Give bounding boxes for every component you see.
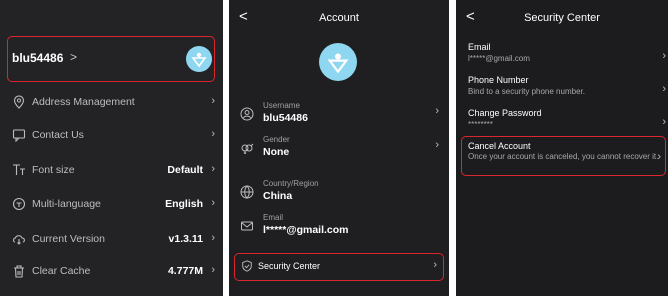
security-center-label: Security Center bbox=[258, 261, 321, 271]
avatar[interactable] bbox=[186, 46, 212, 72]
change-password-title: Change Password bbox=[468, 108, 542, 118]
multi-language-value: English bbox=[165, 198, 203, 210]
version-icon bbox=[13, 235, 25, 245]
chevron-right-icon: › bbox=[211, 163, 215, 175]
username-field[interactable]: Username blu54486 › bbox=[229, 101, 449, 127]
chevron-right-icon: › bbox=[657, 151, 661, 163]
chevron-right-icon: › bbox=[211, 95, 215, 107]
security-center-row[interactable]: Security Center › bbox=[234, 253, 444, 281]
email-value: l*****@gmail.com bbox=[263, 224, 349, 236]
page-title: Security Center bbox=[524, 12, 600, 24]
security-center-screen: < Security Center Email l*****@gmail.com… bbox=[456, 0, 668, 296]
username-label: blu54486 bbox=[12, 51, 64, 65]
clear-cache-row[interactable]: Clear Cache 4.777M › bbox=[0, 261, 223, 285]
gender-field[interactable]: Gender None › bbox=[229, 135, 449, 161]
font-size-label: Font size bbox=[32, 164, 75, 176]
trash-icon bbox=[14, 265, 24, 278]
gender-value: None bbox=[263, 146, 290, 158]
page-title: Account bbox=[319, 12, 359, 24]
phone-number-title: Phone Number bbox=[468, 75, 529, 85]
clear-cache-label: Clear Cache bbox=[32, 265, 91, 277]
chevron-right-icon: › bbox=[662, 116, 666, 128]
multi-language-label: Multi-language bbox=[32, 198, 101, 210]
email-field: Email l*****@gmail.com bbox=[229, 213, 449, 239]
username-value: blu54486 bbox=[263, 112, 308, 124]
cancel-account-title: Cancel Account bbox=[468, 141, 531, 151]
account-screen: < Account Username blu54486 › Gender Non… bbox=[229, 0, 449, 296]
shield-icon bbox=[242, 260, 252, 272]
address-management-label: Address Management bbox=[32, 96, 135, 108]
multi-language-row[interactable]: Multi-language English › bbox=[0, 194, 223, 218]
chevron-right-icon: > bbox=[70, 50, 78, 64]
email-sub: l*****@gmail.com bbox=[468, 54, 530, 63]
mail-icon bbox=[241, 221, 253, 231]
cancel-account-sub: Once your account is canceled, you canno… bbox=[468, 152, 659, 161]
email-title: Email bbox=[468, 42, 491, 52]
user-icon bbox=[240, 107, 254, 121]
location-icon bbox=[13, 95, 25, 109]
chevron-right-icon: › bbox=[435, 139, 439, 151]
chevron-right-icon: › bbox=[435, 105, 439, 117]
username-caption: Username bbox=[263, 101, 300, 110]
font-size-row[interactable]: Font size Default › bbox=[0, 160, 223, 184]
clear-cache-value: 4.777M bbox=[167, 265, 203, 277]
chevron-right-icon: › bbox=[433, 259, 437, 271]
chat-icon bbox=[12, 129, 26, 142]
gender-icon bbox=[241, 143, 254, 154]
font-size-icon bbox=[13, 164, 25, 175]
phone-number-sub: Bind to a security phone number. bbox=[468, 87, 585, 96]
profile-screen: blu54486 > Address Management › Contact … bbox=[0, 0, 223, 296]
chevron-right-icon: › bbox=[211, 264, 215, 276]
country-region-field: Country/Region China bbox=[229, 179, 449, 205]
profile-user-row[interactable]: blu54486 > bbox=[7, 36, 215, 82]
gender-caption: Gender bbox=[263, 135, 290, 144]
email-row[interactable]: Email l*****@gmail.com › bbox=[468, 42, 666, 64]
chevron-right-icon: › bbox=[211, 232, 215, 244]
font-size-value: Default bbox=[167, 164, 203, 176]
chevron-right-icon: › bbox=[211, 128, 215, 140]
address-management-row[interactable]: Address Management › bbox=[0, 92, 223, 116]
chevron-right-icon: › bbox=[211, 197, 215, 209]
email-caption: Email bbox=[263, 213, 284, 222]
language-icon bbox=[12, 197, 26, 211]
country-region-value: China bbox=[263, 190, 293, 202]
cancel-account-row[interactable]: Cancel Account Once your account is canc… bbox=[461, 136, 666, 176]
current-version-value: v1.3.11 bbox=[168, 233, 203, 245]
current-version-row[interactable]: Current Version v1.3.11 › bbox=[0, 229, 223, 253]
contact-us-row[interactable]: Contact Us › bbox=[0, 125, 223, 149]
country-region-caption: Country/Region bbox=[263, 179, 319, 188]
logo-icon bbox=[327, 53, 349, 73]
change-password-sub: ******** bbox=[468, 120, 493, 129]
logo-icon bbox=[191, 52, 207, 67]
avatar[interactable] bbox=[319, 43, 357, 81]
globe-icon bbox=[240, 185, 254, 199]
phone-number-row[interactable]: Phone Number Bind to a security phone nu… bbox=[468, 75, 666, 97]
change-password-row[interactable]: Change Password ******** › bbox=[468, 108, 666, 130]
contact-us-label: Contact Us bbox=[32, 129, 84, 141]
chevron-right-icon: › bbox=[662, 83, 666, 95]
chevron-right-icon: › bbox=[662, 50, 666, 62]
current-version-label: Current Version bbox=[32, 233, 105, 245]
